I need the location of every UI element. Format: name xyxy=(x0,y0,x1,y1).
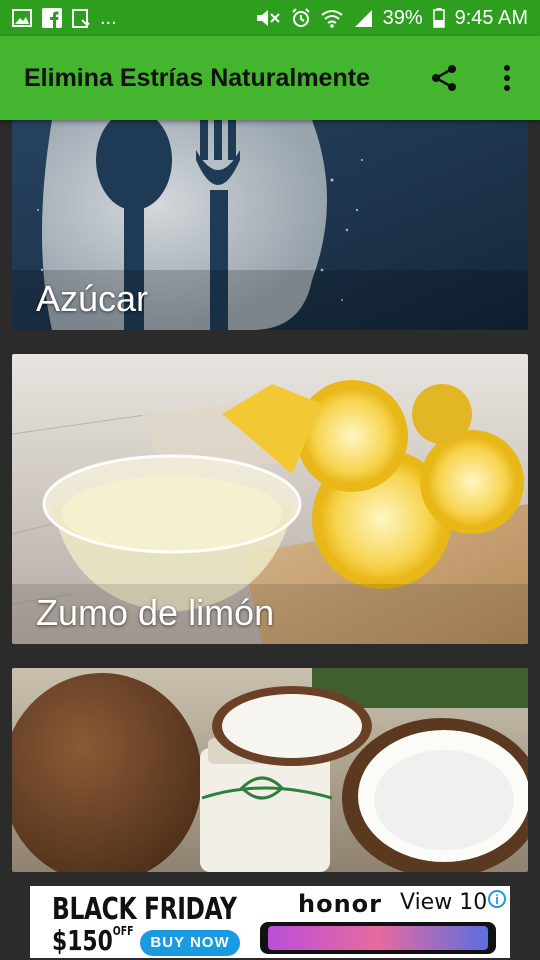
mute-icon xyxy=(255,8,281,28)
more-options-button[interactable] xyxy=(487,58,527,98)
facebook-icon xyxy=(42,8,62,28)
content-list: Azúcar Zumo de limón xyxy=(0,120,540,872)
status-bar-left: ... xyxy=(12,7,117,30)
status-time: 9:45 AM xyxy=(454,6,528,29)
wifi-icon xyxy=(320,8,343,28)
app-bar: Elimina Estrías Naturalmente xyxy=(0,36,540,120)
ad-price: $150OFF xyxy=(52,924,134,957)
card-label: Zumo de limón xyxy=(36,592,275,633)
clipboard-icon xyxy=(72,8,90,28)
image-icon xyxy=(12,9,32,27)
ad-price-value: $150 xyxy=(52,924,113,957)
coconut-image xyxy=(12,668,528,872)
card-azucar[interactable]: Azúcar xyxy=(12,120,528,330)
ad-area: BLACK FRIDAY $150OFF BUY NOW honor View … xyxy=(0,872,540,960)
ad-brand: honor xyxy=(298,890,382,918)
alarm-icon xyxy=(291,8,311,28)
buy-now-button[interactable]: BUY NOW xyxy=(140,930,240,956)
ad-headline: BLACK FRIDAY xyxy=(52,892,237,927)
phone-image xyxy=(260,922,496,954)
ad-model: View 10 xyxy=(400,890,488,915)
card-zumo-de-limon[interactable]: Zumo de limón xyxy=(12,354,528,644)
ad-price-suffix: OFF xyxy=(112,924,134,938)
status-bar: ... 39% 9:45 AM xyxy=(0,0,540,36)
share-icon xyxy=(432,65,456,91)
battery-icon xyxy=(432,8,445,28)
status-bar-right: 39% 9:45 AM xyxy=(255,7,528,30)
info-icon[interactable]: i xyxy=(488,890,506,908)
card-coconut[interactable] xyxy=(12,668,528,872)
ad-banner[interactable]: BLACK FRIDAY $150OFF BUY NOW honor View … xyxy=(30,886,510,958)
status-overflow: ... xyxy=(100,6,117,29)
app-title: Elimina Estrías Naturalmente xyxy=(24,64,370,92)
battery-percent: 39% xyxy=(382,6,423,29)
card-label: Azúcar xyxy=(36,278,149,319)
share-button[interactable] xyxy=(424,58,464,98)
more-vert-icon xyxy=(504,65,510,91)
signal-icon xyxy=(353,8,373,28)
